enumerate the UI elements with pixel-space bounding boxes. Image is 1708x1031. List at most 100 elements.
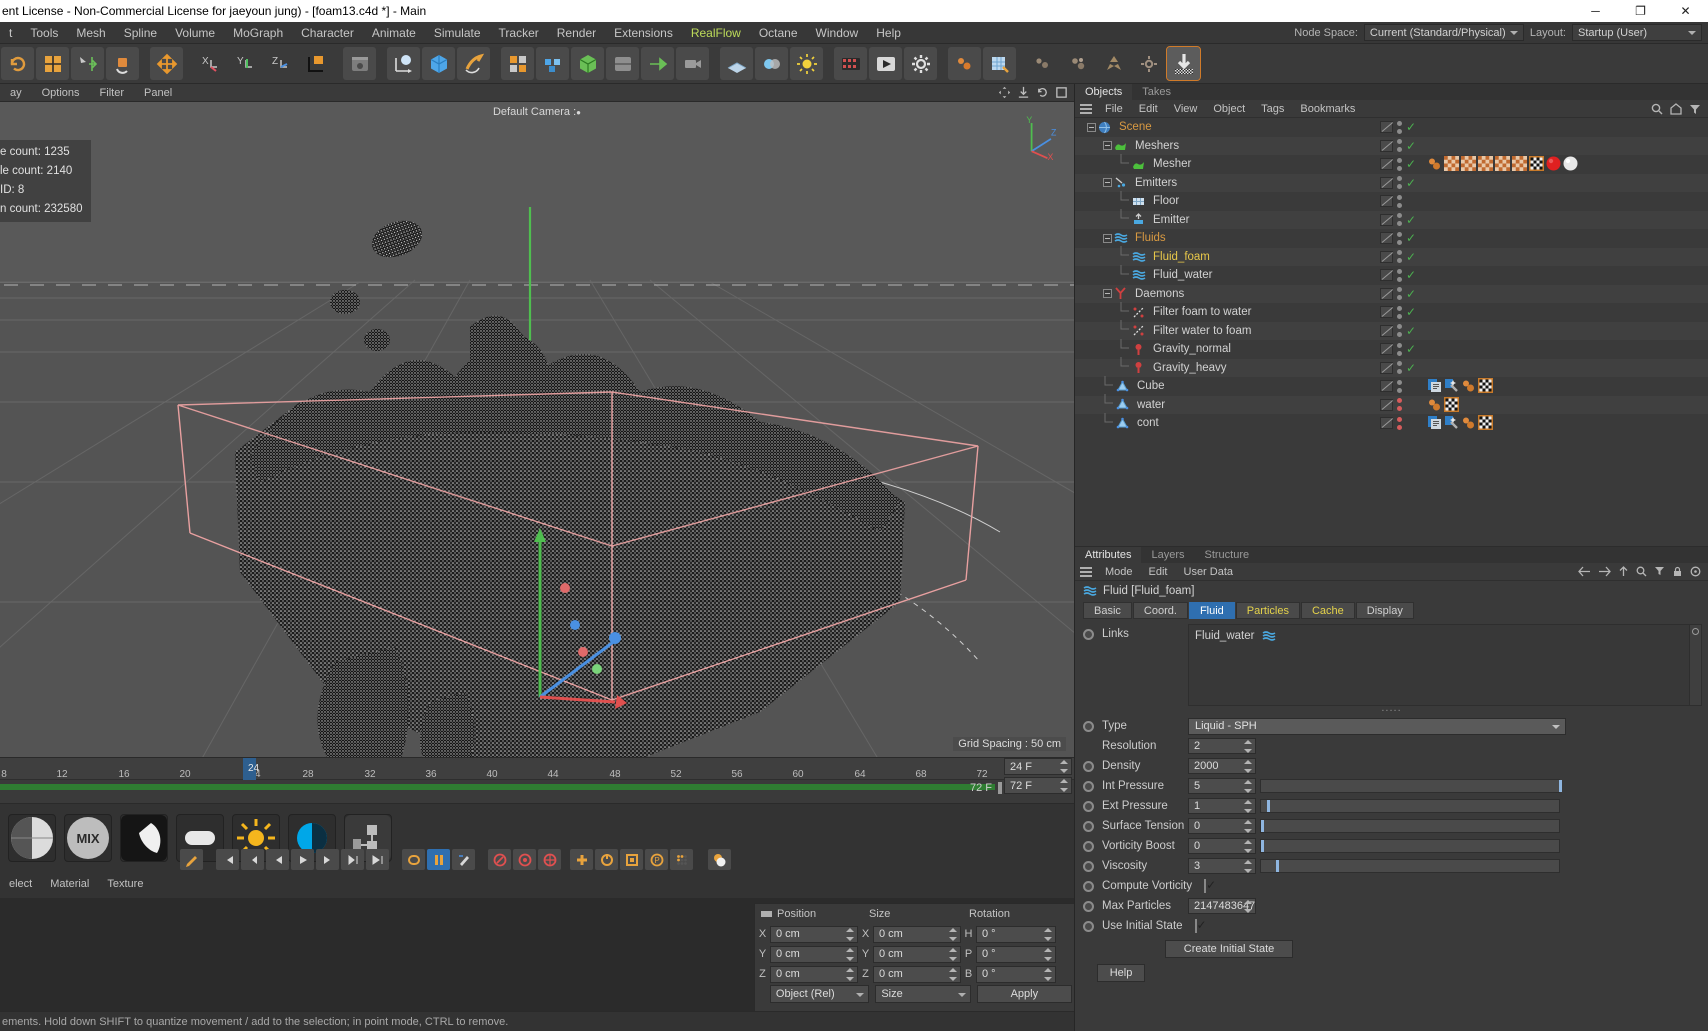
expander-icon[interactable] <box>1103 233 1112 243</box>
end-frame-field[interactable]: 72 F <box>1004 777 1072 794</box>
menu-item-volume[interactable]: Volume <box>166 22 224 44</box>
enabled-check-icon[interactable]: ✓ <box>1406 232 1416 244</box>
param-density-radio[interactable] <box>1083 760 1094 772</box>
autokey-button[interactable] <box>427 849 450 870</box>
material-menu-material[interactable]: Material <box>41 878 98 890</box>
step-back-keyframe-button[interactable] <box>241 849 264 870</box>
expander-icon[interactable] <box>1103 141 1112 151</box>
environment-icon[interactable] <box>755 47 788 80</box>
links-radio[interactable] <box>1083 628 1094 640</box>
coord-size-x-field[interactable]: 0 cm <box>873 925 961 943</box>
content-browser-icon[interactable] <box>343 47 376 80</box>
param-surface-tension-radio[interactable] <box>1083 820 1094 832</box>
enable-toggle[interactable] <box>1380 176 1393 189</box>
param-density-field[interactable]: 2000 <box>1188 758 1256 774</box>
play-button[interactable] <box>291 849 314 870</box>
realflow-emitter-icon[interactable] <box>948 47 981 80</box>
menu-item-window[interactable]: Window <box>807 22 868 44</box>
menu-item-simulate[interactable]: Simulate <box>425 22 490 44</box>
end-frame-spinner[interactable] <box>1060 779 1069 792</box>
links-resize-handle[interactable]: ..... <box>1381 702 1401 714</box>
layout-select[interactable]: Startup (User) <box>1572 24 1702 41</box>
menu-item-t[interactable]: t <box>0 22 21 44</box>
enable-toggle[interactable] <box>1380 250 1393 263</box>
object-row-filter-foam-to-water[interactable]: Filter foam to water ✓ <box>1075 301 1708 322</box>
material-menu-select[interactable]: elect <box>0 878 41 890</box>
render-view-icon[interactable] <box>387 47 420 80</box>
object-row-water[interactable]: water <box>1075 394 1708 414</box>
current-frame-spinner[interactable] <box>1060 760 1069 773</box>
attributes-menu-userdata[interactable]: User Data <box>1176 563 1242 581</box>
objects-burger-icon[interactable] <box>1075 103 1097 114</box>
visibility-dots[interactable] <box>1397 157 1402 171</box>
enabled-check-icon[interactable]: ✓ <box>1406 177 1416 189</box>
visibility-dots[interactable] <box>1397 379 1402 393</box>
up-arrow-icon[interactable] <box>1618 566 1629 577</box>
param-surface-tension-spinner[interactable] <box>1244 820 1253 833</box>
node-space-select[interactable]: Current (Standard/Physical) <box>1363 24 1524 41</box>
viewport-menu-panel[interactable]: Panel <box>134 84 182 102</box>
world-object-axis-icon[interactable] <box>299 47 332 80</box>
coord-size-y-field[interactable]: 0 cm <box>873 945 961 963</box>
lock-icon[interactable] <box>1672 566 1683 577</box>
tag-blue-doc-icon[interactable] <box>1427 378 1442 393</box>
zoom-icon[interactable] <box>1017 86 1030 99</box>
param-max-particles-radio[interactable] <box>1083 900 1094 912</box>
undo-icon[interactable] <box>1 47 34 80</box>
live-selection-icon[interactable] <box>36 47 69 80</box>
deformer-icon[interactable] <box>606 47 639 80</box>
param-ext-pressure-field[interactable]: 1 <box>1188 798 1256 814</box>
3d-viewport[interactable]: Default Camera :● e count: 1235 le count… <box>0 102 1074 757</box>
param-viscosity-slider[interactable] <box>1260 859 1560 873</box>
param-ext-pressure-radio[interactable] <box>1083 800 1094 812</box>
tab-structure[interactable]: Structure <box>1195 547 1260 563</box>
coord-rotation-p-field[interactable]: 0 ° <box>976 945 1056 963</box>
record-position-button[interactable] <box>488 849 511 870</box>
coord-position-z-spinner[interactable] <box>846 967 855 981</box>
param-vorticity-boost-slider[interactable] <box>1260 839 1560 853</box>
object-row-floor[interactable]: Floor <box>1075 190 1708 211</box>
record-rotation-button[interactable] <box>538 849 561 870</box>
maximize-view-icon[interactable] <box>1055 86 1068 99</box>
rotate-view-icon[interactable] <box>1036 86 1049 99</box>
realflow-simulate-icon[interactable] <box>1166 46 1201 81</box>
attributes-menu-edit[interactable]: Edit <box>1141 563 1176 581</box>
timeline-range-handle[interactable] <box>998 782 1002 794</box>
viewport-menu-filter[interactable]: Filter <box>90 84 134 102</box>
enabled-check-icon[interactable]: ✓ <box>1406 343 1416 355</box>
enable-toggle[interactable] <box>1380 269 1393 282</box>
visibility-dots[interactable] <box>1397 324 1402 338</box>
object-row-cube[interactable]: Cube <box>1075 375 1708 396</box>
timeline-range-bar[interactable]: 72 F <box>0 780 1074 804</box>
record-param-button[interactable] <box>570 849 593 870</box>
objects-menu-edit[interactable]: Edit <box>1131 100 1166 118</box>
coord-position-z-field[interactable]: 0 cm <box>770 965 858 983</box>
rotate-tool-icon[interactable] <box>106 47 139 80</box>
param-max-particles-spinner[interactable] <box>1244 900 1253 913</box>
coordinates-burger-icon[interactable] <box>755 911 777 917</box>
objects-menu-view[interactable]: View <box>1166 100 1206 118</box>
realflow-settings-icon[interactable] <box>1132 47 1165 80</box>
expander-icon[interactable] <box>1103 178 1112 188</box>
enable-toggle[interactable] <box>1380 232 1393 245</box>
material-swatch-shadow[interactable] <box>120 814 168 862</box>
current-frame-field[interactable]: 24 F <box>1004 758 1072 775</box>
menu-item-render[interactable]: Render <box>548 22 605 44</box>
tag-red-sphere-icon[interactable] <box>1546 156 1561 171</box>
param-ext-pressure-slider[interactable] <box>1260 799 1560 813</box>
tag-checker-icon[interactable] <box>1478 156 1493 171</box>
mograph-icon[interactable] <box>501 47 534 80</box>
coord-size-x-spinner[interactable] <box>949 927 958 941</box>
minimize-button[interactable]: ─ <box>1573 0 1618 22</box>
enabled-check-icon[interactable]: ✓ <box>1406 158 1416 170</box>
coord-rotation-h-field[interactable]: 0 ° <box>976 925 1056 943</box>
enabled-check-icon[interactable]: ✓ <box>1406 362 1416 374</box>
tag-white-sphere-icon[interactable] <box>1563 156 1578 171</box>
back-arrow-icon[interactable] <box>1578 566 1591 577</box>
viewport-menu-options[interactable]: Options <box>32 84 90 102</box>
menu-item-octane[interactable]: Octane <box>750 22 807 44</box>
light-icon[interactable] <box>790 47 823 80</box>
go-to-start-button[interactable] <box>216 849 239 870</box>
enable-toggle[interactable] <box>1380 287 1393 300</box>
enabled-check-icon[interactable]: ✓ <box>1406 251 1416 263</box>
